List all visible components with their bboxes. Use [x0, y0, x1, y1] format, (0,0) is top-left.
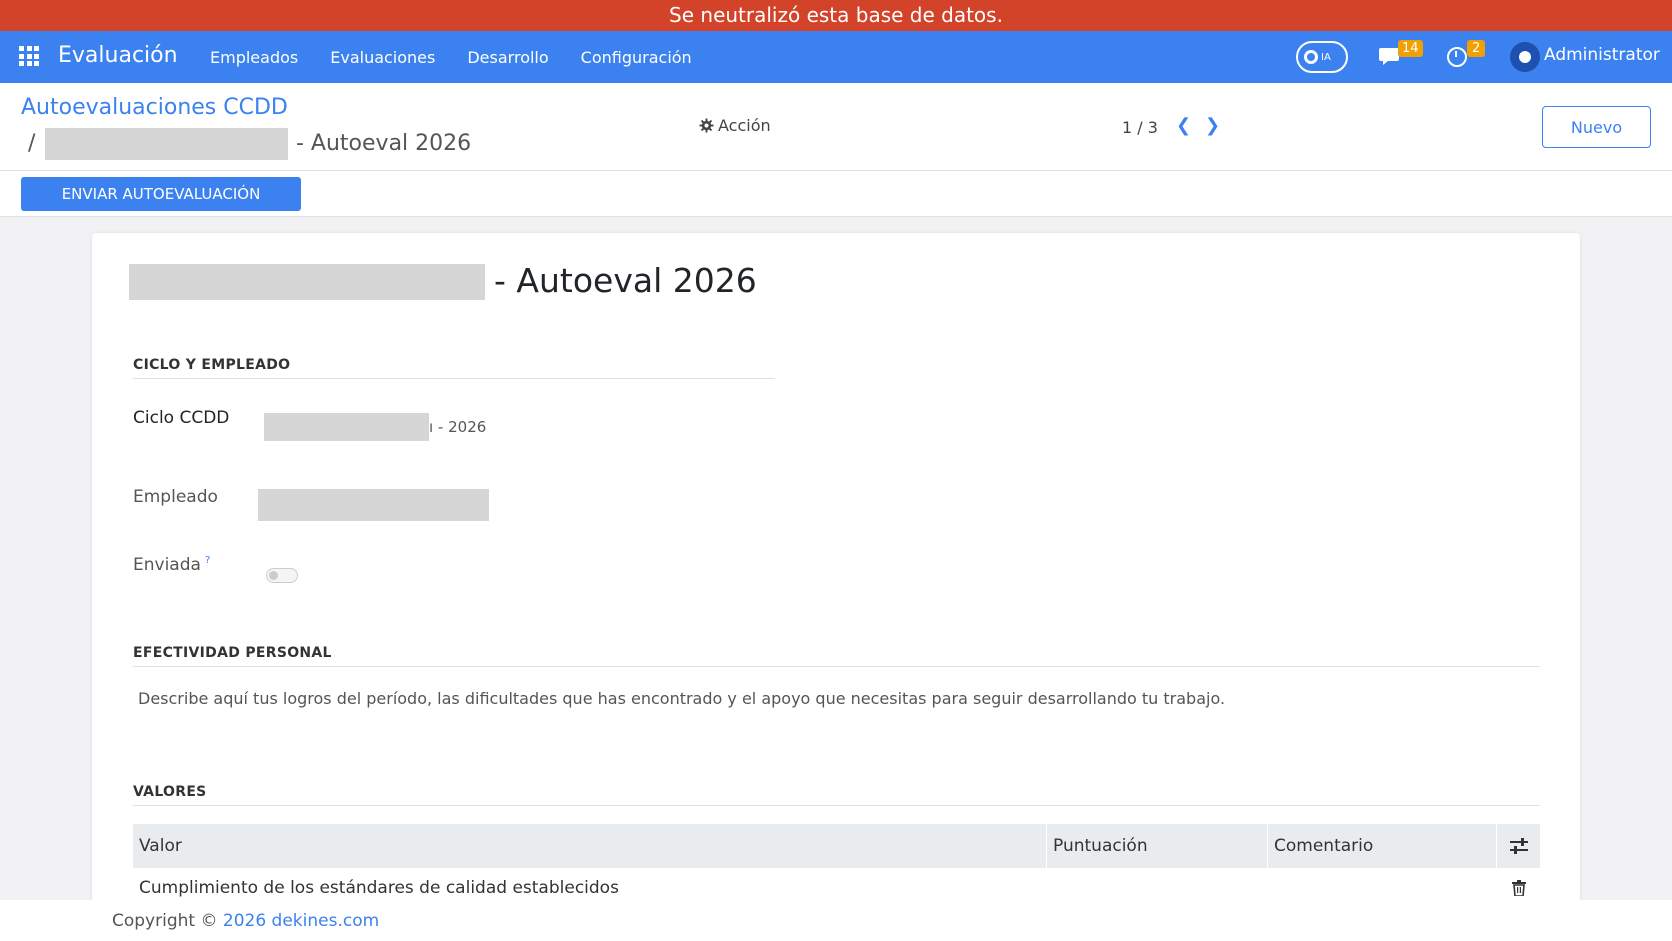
- help-tooltip-icon[interactable]: ?: [205, 555, 210, 566]
- column-header-value[interactable]: Valor: [133, 824, 1047, 868]
- trash-icon[interactable]: [1497, 880, 1540, 896]
- table-header: Valor Puntuación Comentario: [133, 824, 1540, 868]
- control-panel-divider: [0, 170, 1672, 171]
- form-sheet: - Autoeval 2026 CICLO Y EMPLEADO Ciclo C…: [92, 233, 1580, 933]
- menu-item-configuracion[interactable]: Configuración: [581, 48, 692, 67]
- trash-glyph: [1511, 880, 1526, 896]
- copyright-prefix: Copyright ©: [112, 911, 223, 931]
- send-self-evaluation-button[interactable]: ENVIAR AUTOEVALUACIÓN: [21, 177, 301, 211]
- footer: Copyright © 2026 dekines.com: [0, 900, 1672, 941]
- section-divider: [133, 378, 775, 379]
- copyright-text: Copyright © 2026 dekines.com: [112, 911, 379, 931]
- app-title[interactable]: Evaluación: [58, 43, 178, 68]
- main-menu: Empleados Evaluaciones Desarrollo Config…: [210, 31, 724, 83]
- activity-clock-icon[interactable]: [1447, 47, 1467, 67]
- apps-grid-icon[interactable]: [19, 46, 39, 66]
- user-avatar[interactable]: [1510, 42, 1540, 72]
- row-value-cell[interactable]: Cumplimiento de los estándares de calida…: [133, 878, 1047, 898]
- effectiveness-textarea[interactable]: Describe aquí tus logros del período, la…: [138, 689, 1225, 708]
- footer-site-link[interactable]: 2026 dekines.com: [223, 911, 379, 931]
- sent-toggle[interactable]: [266, 568, 298, 583]
- section-title-values: VALORES: [133, 784, 207, 800]
- neutralized-db-banner: Se neutralizó esta base de datos.: [0, 0, 1672, 31]
- section-title-cycle-employee: CICLO Y EMPLEADO: [133, 357, 291, 373]
- employee-field-label: Empleado: [133, 487, 218, 507]
- column-header-score[interactable]: Puntuación: [1047, 824, 1268, 868]
- menu-item-evaluaciones[interactable]: Evaluaciones: [330, 48, 435, 67]
- cycle-field-value-redacted[interactable]: [264, 413, 429, 441]
- cycle-field-value-suffix[interactable]: ı - 2026: [429, 418, 486, 436]
- breadcrumb-parent-link[interactable]: Autoevaluaciones CCDD: [21, 95, 288, 120]
- pager-value[interactable]: 1 / 3: [1122, 118, 1158, 137]
- section-title-effectiveness: EFECTIVIDAD PERSONAL: [133, 645, 332, 661]
- redacted-employee-name: [45, 128, 288, 160]
- chevron-right-icon[interactable]: ❯: [1205, 115, 1220, 136]
- chevron-left-icon[interactable]: ❮: [1176, 115, 1191, 136]
- breadcrumb-current: - Autoeval 2026: [296, 131, 472, 156]
- section-divider: [133, 666, 1540, 667]
- new-record-button[interactable]: Nuevo: [1542, 106, 1651, 148]
- values-table: Valor Puntuación Comentario Cumplimiento…: [133, 824, 1540, 908]
- activity-count-badge: 2: [1467, 40, 1486, 57]
- cycle-field-label: Ciclo CCDD: [133, 408, 230, 428]
- ai-toggle-knob-icon: [1304, 50, 1318, 64]
- menu-item-desarrollo[interactable]: Desarrollo: [467, 48, 548, 67]
- employee-field-value-redacted[interactable]: [258, 489, 489, 521]
- action-menu-button[interactable]: Acción: [699, 116, 771, 135]
- user-menu-name[interactable]: Administrator: [1544, 45, 1660, 65]
- control-panel: Autoevaluaciones CCDD / - Autoeval 2026 …: [0, 83, 1672, 217]
- gear-icon: [699, 118, 714, 133]
- action-label: Acción: [718, 116, 771, 135]
- sliders-icon: [1509, 838, 1528, 854]
- breadcrumb-separator: /: [28, 131, 36, 156]
- redacted-record-name: [129, 264, 485, 300]
- column-header-comment[interactable]: Comentario: [1268, 824, 1497, 868]
- column-settings-icon[interactable]: [1497, 838, 1540, 854]
- menu-item-empleados[interactable]: Empleados: [210, 48, 298, 67]
- ai-toggle-label: IA: [1321, 51, 1331, 63]
- sent-field-label: Enviada?: [133, 555, 210, 575]
- record-title: - Autoeval 2026: [494, 261, 757, 300]
- section-divider: [133, 805, 1540, 806]
- top-navbar: Evaluación Empleados Evaluaciones Desarr…: [0, 31, 1672, 83]
- chat-count-badge: 14: [1398, 40, 1423, 57]
- sent-label-text: Enviada: [133, 555, 201, 575]
- ai-toggle-button[interactable]: IA: [1296, 41, 1348, 73]
